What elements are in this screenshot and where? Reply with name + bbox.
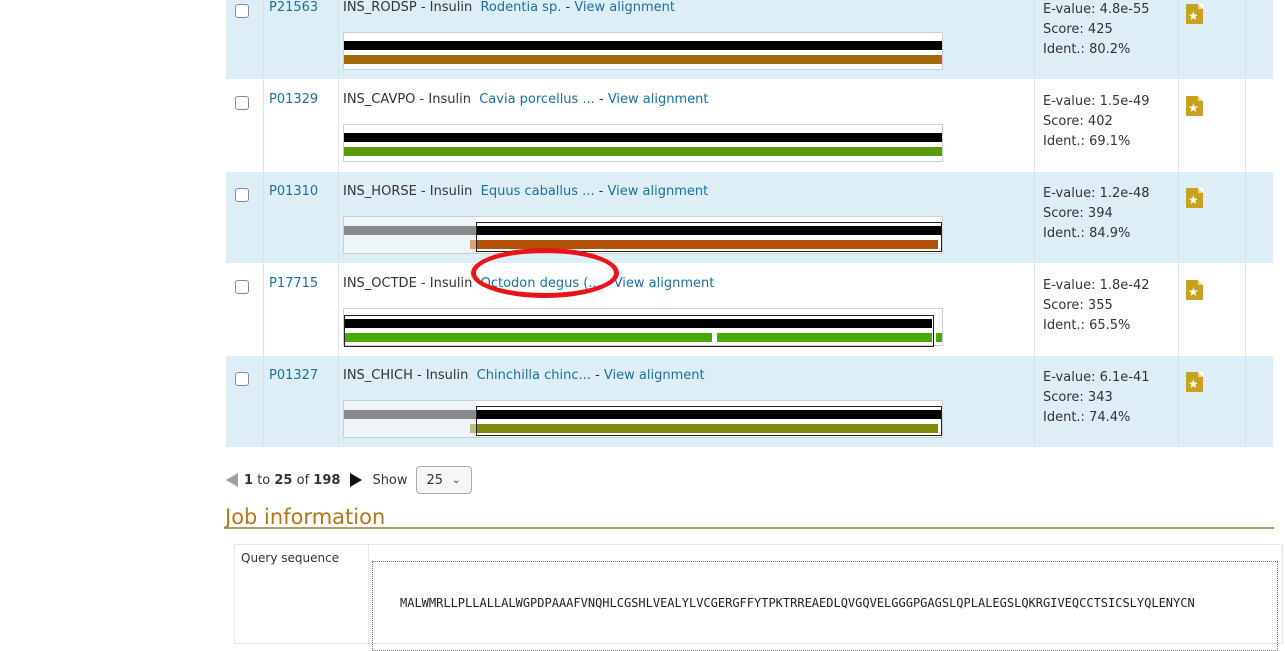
accession-link[interactable]: P17715 <box>269 276 318 291</box>
organism-link[interactable]: Chinchilla chinc... <box>477 368 591 383</box>
query-sequence-box: MALWMRLLPLLALLALWGPDPAAAFVNQHLCGSHLVEALY… <box>372 561 1278 651</box>
show-label: Show <box>372 472 408 488</box>
entry-description: INS_CHICH - Insulin Chinchilla chinc... … <box>343 368 705 383</box>
alignment-graph[interactable] <box>343 124 943 162</box>
section-title: Job information <box>225 505 1274 529</box>
alignment-graph[interactable] <box>343 308 943 347</box>
hit-stats: E-value: 4.8e-55 Score: 425 Ident.: 80.2… <box>1043 0 1149 60</box>
table-row: P17715 INS_OCTDE - Insulin Octodon degus… <box>226 264 1273 356</box>
score: Score: 343 <box>1043 390 1113 405</box>
query-overhang-bar <box>344 226 476 235</box>
organism-link[interactable]: Equus caballus ... <box>481 184 595 199</box>
query-sequence: MALWMRLLPLLALLALWGPDPAAAFVNQHLCGSHLVEALY… <box>400 596 1195 610</box>
protein-name: Insulin <box>425 368 469 383</box>
page-size-select[interactable]: 25 ⌄ <box>415 466 472 494</box>
row-checkbox[interactable] <box>235 96 249 110</box>
alignment-graph[interactable] <box>343 216 943 254</box>
match-bar <box>344 147 942 156</box>
pager-to-word: to <box>257 472 271 488</box>
entry-name: INS_HORSE <box>343 184 417 199</box>
entry-description: INS_CAVPO - Insulin Cavia porcellus ... … <box>343 92 709 107</box>
reviewed-entry-icon[interactable]: ★ <box>1186 280 1203 300</box>
organism-link[interactable]: Cavia porcellus ... <box>479 92 595 107</box>
score: Score: 394 <box>1043 206 1113 221</box>
hit-stats: E-value: 1.2e-48 Score: 394 Ident.: 84.9… <box>1043 184 1149 244</box>
evalue: E-value: 1.5e-49 <box>1043 94 1150 109</box>
row-checkbox[interactable] <box>235 372 249 386</box>
identity: Ident.: 65.5% <box>1043 318 1131 333</box>
row-checkbox[interactable] <box>235 188 249 202</box>
reviewed-entry-icon[interactable]: ★ <box>1186 372 1203 392</box>
protein-name: Insulin <box>428 92 471 107</box>
view-alignment-link[interactable]: View alignment <box>608 92 709 107</box>
score: Score: 355 <box>1043 298 1113 313</box>
score: Score: 402 <box>1043 114 1113 129</box>
query-sequence-label: Query sequence <box>241 551 340 565</box>
identity: Ident.: 69.1% <box>1043 134 1131 149</box>
table-row: P01329 INS_CAVPO - Insulin Cavia porcell… <box>226 80 1273 172</box>
accession-link[interactable]: P21563 <box>269 0 318 15</box>
identity: Ident.: 74.4% <box>1043 410 1131 425</box>
evalue: E-value: 6.1e-41 <box>1043 370 1150 385</box>
alignment-graph[interactable] <box>343 32 943 70</box>
organism-link[interactable]: Rodentia sp. <box>480 0 561 15</box>
view-alignment-link[interactable]: View alignment <box>608 184 709 199</box>
page-size-value: 25 <box>426 472 444 488</box>
organism-link[interactable]: Octodon degus (... <box>481 276 601 291</box>
entry-description: INS_RODSP - Insulin Rodentia sp. - View … <box>343 0 675 15</box>
identity: Ident.: 84.9% <box>1043 226 1131 241</box>
evalue: E-value: 1.2e-48 <box>1043 186 1150 201</box>
previous-page-icon[interactable] <box>226 473 238 487</box>
job-info-table: Query sequence MALWMRLLPLLALLALWGPDPAAAF… <box>234 544 1283 651</box>
entry-name: INS_CAVPO <box>343 92 416 107</box>
table-row: P21563 INS_RODSP - Insulin Rodentia sp. … <box>226 0 1273 80</box>
match-frame <box>344 315 934 347</box>
entry-description: INS_OCTDE - Insulin Octodon degus (... -… <box>343 276 715 291</box>
table-row: P01327 INS_CHICH - Insulin Chinchilla ch… <box>226 356 1273 448</box>
protein-name: Insulin <box>429 276 473 291</box>
view-alignment-link[interactable]: View alignment <box>604 368 705 383</box>
result-total: 198 <box>313 472 341 488</box>
identity: Ident.: 80.2% <box>1043 42 1131 57</box>
score: Score: 425 <box>1043 22 1113 37</box>
query-bar <box>344 133 942 142</box>
view-alignment-link[interactable]: View alignment <box>614 276 715 291</box>
page-from: 1 <box>244 472 254 488</box>
table-row: P01310 INS_HORSE - Insulin Equus caballu… <box>226 172 1273 264</box>
protein-name: Insulin <box>429 184 473 199</box>
query-bar <box>344 41 942 50</box>
row-checkbox[interactable] <box>235 4 249 18</box>
results-table: P21563 INS_RODSP - Insulin Rodentia sp. … <box>226 0 1273 448</box>
query-overhang-bar <box>344 410 476 419</box>
view-alignment-link[interactable]: View alignment <box>574 0 675 15</box>
pagination: 1 to 25 of 198 Show 25 ⌄ <box>226 466 472 494</box>
next-page-icon[interactable] <box>350 473 363 487</box>
evalue: E-value: 1.8e-42 <box>1043 278 1150 293</box>
accession-link[interactable]: P01329 <box>269 92 318 107</box>
pager-of-word: of <box>296 472 310 488</box>
match-frame <box>476 406 942 436</box>
chevron-down-icon: ⌄ <box>452 475 461 486</box>
reviewed-entry-icon[interactable]: ★ <box>1186 4 1203 24</box>
accession-link[interactable]: P01327 <box>269 368 318 383</box>
match-bar <box>344 55 942 64</box>
entry-name: INS_CHICH <box>343 368 413 383</box>
protein-name: Insulin <box>429 0 473 15</box>
entry-description: INS_HORSE - Insulin Equus caballus ... -… <box>343 184 709 199</box>
alignment-graph[interactable] <box>343 400 943 438</box>
page-to: 25 <box>274 472 293 488</box>
row-checkbox[interactable] <box>235 280 249 294</box>
match-frame <box>476 222 942 252</box>
entry-name: INS_RODSP <box>343 0 417 15</box>
hit-stats: E-value: 6.1e-41 Score: 343 Ident.: 74.4… <box>1043 368 1149 428</box>
hit-stats: E-value: 1.5e-49 Score: 402 Ident.: 69.1… <box>1043 92 1149 152</box>
entry-name: INS_OCTDE <box>343 276 417 291</box>
hit-stats: E-value: 1.8e-42 Score: 355 Ident.: 65.5… <box>1043 276 1149 336</box>
reviewed-entry-icon[interactable]: ★ <box>1186 188 1203 208</box>
evalue: E-value: 4.8e-55 <box>1043 2 1150 17</box>
reviewed-entry-icon[interactable]: ★ <box>1186 96 1203 116</box>
accession-link[interactable]: P01310 <box>269 184 318 199</box>
